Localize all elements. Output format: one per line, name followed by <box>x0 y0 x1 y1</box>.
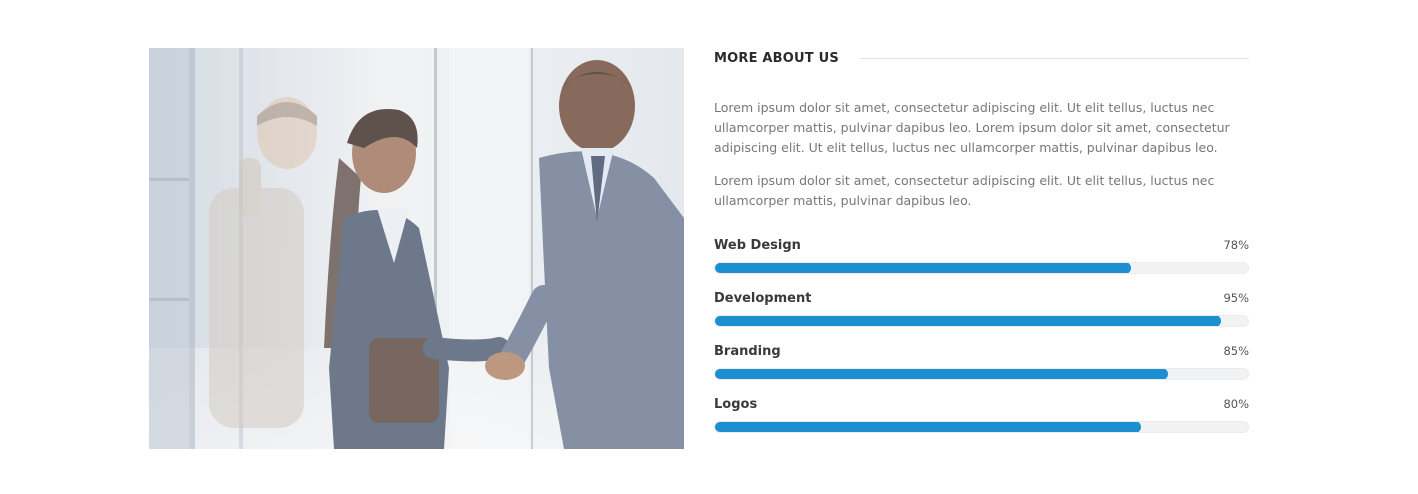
skill-name: Web Design <box>714 238 801 253</box>
progress-fill <box>715 316 1222 326</box>
about-paragraph: Lorem ipsum dolor sit amet, consectetur … <box>714 173 1215 208</box>
skills-list: Web Design 78% Development 95% Branding … <box>714 238 1249 450</box>
about-content: MORE ABOUT US Lorem ipsum dolor sit amet… <box>714 48 1249 450</box>
progress-track <box>714 315 1249 327</box>
progress-track <box>714 368 1249 380</box>
skill-branding: Branding 85% <box>714 344 1249 397</box>
progress-fill <box>715 263 1131 273</box>
skill-name: Development <box>714 291 812 306</box>
skill-name: Branding <box>714 344 781 359</box>
progress-fill <box>715 422 1142 432</box>
about-paragraph: Lorem ipsum dolor sit amet, consectetur … <box>714 100 1230 155</box>
section-heading: MORE ABOUT US <box>714 50 839 66</box>
skill-name: Logos <box>714 397 758 412</box>
skill-percent: 80% <box>1223 397 1249 411</box>
progress-track <box>714 421 1249 433</box>
about-section: MORE ABOUT US Lorem ipsum dolor sit amet… <box>0 0 1418 494</box>
progress-fill <box>715 369 1169 379</box>
progress-track <box>714 262 1249 274</box>
skill-percent: 95% <box>1223 291 1249 305</box>
section-heading-row: MORE ABOUT US <box>714 48 1249 68</box>
skill-development: Development 95% <box>714 291 1249 344</box>
skill-percent: 85% <box>1223 344 1249 358</box>
skill-percent: 78% <box>1223 238 1249 252</box>
skill-logos: Logos 80% <box>714 397 1249 450</box>
business-handshake-photo <box>149 48 684 449</box>
skill-web-design: Web Design 78% <box>714 238 1249 291</box>
heading-divider <box>859 57 1249 59</box>
